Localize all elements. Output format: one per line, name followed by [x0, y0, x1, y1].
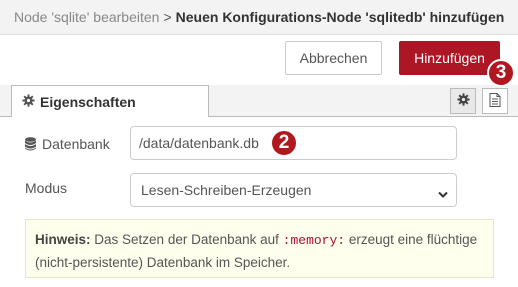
- add-button[interactable]: Hinzufügen: [399, 41, 500, 75]
- database-label: Datenbank: [25, 136, 110, 152]
- breadcrumb-parent[interactable]: Node 'sqlite' bearbeiten: [14, 9, 159, 25]
- tab-properties[interactable]: Eigenschaften: [11, 85, 209, 118]
- tab-bar: Eigenschaften: [0, 85, 518, 118]
- mode-label: Modus: [25, 180, 68, 196]
- hint-title: Hinweis:: [35, 232, 91, 247]
- database-icon: [25, 137, 36, 151]
- dialog-header: Node 'sqlite' bearbeiten > Neuen Konfigura…: [0, 0, 518, 35]
- hint-text-before: Das Setzen der Datenbank auf: [94, 232, 279, 247]
- hint-code: :memory:: [282, 233, 346, 248]
- breadcrumb: Node 'sqlite' bearbeiten > Neuen Konfigura…: [14, 9, 504, 25]
- settings-tab-button[interactable]: [450, 88, 476, 114]
- dialog-toolbar: Abbrechen Hinzufügen: [0, 35, 518, 85]
- properties-form: Datenbank Modus Lesen-Schreiben-Erzeugen…: [0, 117, 518, 287]
- database-label-text: Datenbank: [42, 136, 110, 152]
- chevron-down-icon: [438, 186, 448, 202]
- mode-select[interactable]: Lesen-Schreiben-Erzeugen: [130, 173, 457, 207]
- mode-select-value: Lesen-Schreiben-Erzeugen: [141, 182, 312, 198]
- document-icon: [489, 92, 501, 110]
- breadcrumb-current: Neuen Konfigurations-Node 'sqlitedb' hin…: [175, 9, 505, 25]
- breadcrumb-separator: >: [163, 9, 172, 25]
- gear-icon: [22, 94, 35, 110]
- cancel-button[interactable]: Abbrechen: [285, 41, 382, 75]
- hint-box: Hinweis: Das Setzen der Datenbank auf :m…: [25, 219, 494, 278]
- description-tab-button[interactable]: [482, 88, 508, 114]
- step-badge-database: 2: [270, 129, 298, 157]
- step-badge-add: 3: [487, 59, 515, 87]
- tab-properties-label: Eigenschaften: [40, 94, 136, 110]
- gear-icon: [456, 93, 470, 109]
